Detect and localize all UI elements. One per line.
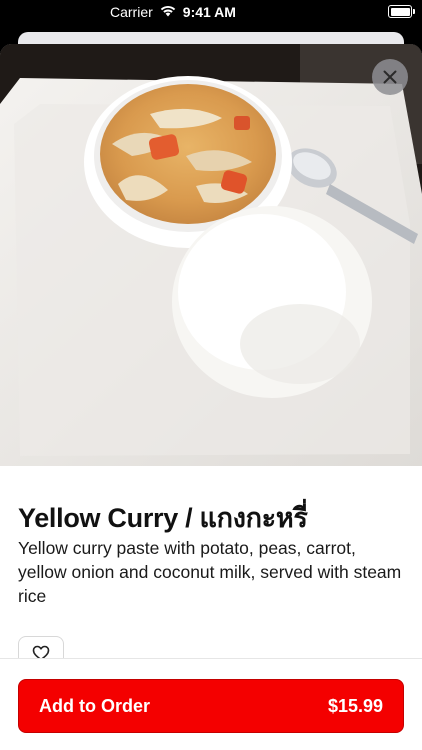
status-time: 9:41 AM	[182, 4, 236, 20]
battery-level	[390, 7, 410, 16]
item-detail-sheet: Yellow Curry / แกงกะหรี่ Yellow curry pa…	[0, 44, 422, 750]
food-photo	[0, 44, 422, 466]
item-description: Yellow curry paste with potato, peas, ca…	[18, 538, 402, 606]
battery-icon	[388, 5, 415, 18]
close-icon	[383, 70, 397, 84]
order-bar: Add to Order $15.99	[0, 658, 422, 750]
wifi-icon	[159, 4, 177, 20]
close-button[interactable]	[372, 59, 408, 95]
status-bar: Carrier 9:41 AM	[0, 0, 422, 24]
add-to-order-button[interactable]: Add to Order $15.99	[18, 679, 404, 733]
add-to-order-label: Add to Order	[39, 695, 150, 716]
item-title: Yellow Curry / แกงกะหรี่	[18, 503, 308, 533]
carrier-label: Carrier	[110, 4, 153, 20]
price-label: $15.99	[327, 695, 383, 716]
status-left: Carrier 9:41 AM	[110, 4, 236, 20]
